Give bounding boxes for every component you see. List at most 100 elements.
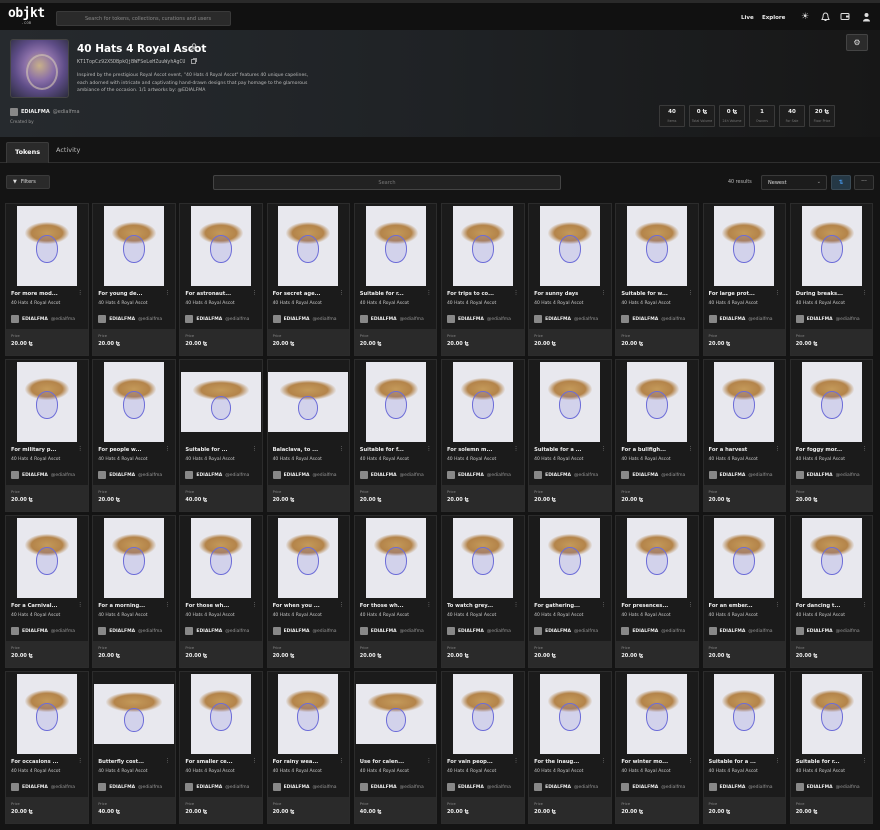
token-image[interactable] (6, 360, 88, 444)
token-title[interactable]: For foggy mor... (796, 447, 858, 453)
token-image[interactable] (6, 204, 88, 288)
token-more-icon[interactable]: ⋮ (601, 446, 606, 452)
token-more-icon[interactable]: ⋮ (601, 758, 606, 764)
wallet-icon[interactable] (840, 12, 850, 22)
filters-button[interactable]: ▼ Filters (6, 175, 50, 189)
token-card[interactable]: For rainy wea... ⋮ 40 Hats 4 Royal Ascot ED… (266, 671, 351, 824)
token-more-icon[interactable]: ⋮ (78, 446, 83, 452)
token-image[interactable] (180, 516, 263, 600)
token-artist[interactable]: EDIALFMA @edialfma (98, 315, 162, 323)
token-card[interactable]: Suitable for a ... ⋮ 40 Hats 4 Royal Ascot… (702, 671, 787, 824)
token-collection[interactable]: 40 Hats 4 Royal Ascot (534, 301, 583, 306)
token-image[interactable] (6, 516, 88, 600)
token-collection[interactable]: 40 Hats 4 Royal Ascot (534, 457, 583, 462)
token-collection[interactable]: 40 Hats 4 Royal Ascot (621, 457, 670, 462)
tab-tokens[interactable]: Tokens (6, 142, 50, 163)
token-image[interactable] (93, 204, 175, 288)
sort-direction-button[interactable]: ⇅ (831, 175, 851, 190)
token-title[interactable]: Suitable for ... (185, 447, 247, 453)
token-card[interactable]: For secret age... ⋮ 40 Hats 4 Royal Ascot E… (266, 203, 351, 356)
token-card[interactable]: For vain peop... ⋮ 40 Hats 4 Royal Ascot ED… (440, 671, 525, 824)
token-artist[interactable]: EDIALFMA @edialfma (708, 783, 772, 791)
token-artist[interactable]: EDIALFMA @edialfma (359, 783, 424, 791)
token-artist[interactable]: EDIALFMA @edialfma (359, 315, 424, 323)
token-card[interactable]: For astronaut... ⋮ 40 Hats 4 Royal Ascot ED… (179, 203, 264, 356)
token-more-icon[interactable]: ⋮ (514, 290, 519, 296)
token-collection[interactable]: 40 Hats 4 Royal Ascot (273, 301, 322, 306)
token-card[interactable]: Suitable for r... ⋮ 40 Hats 4 Royal Ascot E… (353, 203, 438, 356)
token-image[interactable] (616, 672, 698, 756)
token-artist[interactable]: EDIALFMA @edialfma (359, 471, 424, 479)
token-artist[interactable]: EDIALFMA @edialfma (272, 627, 337, 635)
token-more-icon[interactable]: ⋮ (165, 758, 170, 764)
tab-activity[interactable]: Activity (48, 142, 88, 158)
token-image[interactable] (703, 204, 786, 288)
token-image[interactable] (93, 360, 175, 444)
token-collection[interactable]: 40 Hats 4 Royal Ascot (11, 613, 60, 618)
token-card[interactable]: For those wh... ⋮ 40 Hats 4 Royal Ascot EDI… (179, 515, 264, 668)
token-artist[interactable]: EDIALFMA @edialfma (621, 627, 685, 635)
token-more-icon[interactable]: ⋮ (426, 602, 431, 608)
token-collection[interactable]: 40 Hats 4 Royal Ascot (98, 457, 147, 462)
creator-link[interactable]: EDIALFMA @edialfma (10, 108, 80, 116)
token-card[interactable]: For when you ... ⋮ 40 Hats 4 Royal Ascot ED… (266, 515, 351, 668)
token-more-icon[interactable]: ⋮ (165, 446, 170, 452)
token-card[interactable]: To watch grey... ⋮ 40 Hats 4 Royal Ascot ED… (440, 515, 525, 668)
token-more-icon[interactable]: ⋮ (514, 446, 519, 452)
token-title[interactable]: For astronaut... (185, 291, 247, 297)
token-card[interactable]: For a bullfigh... ⋮ 40 Hats 4 Royal Ascot E… (615, 359, 699, 512)
token-image[interactable] (790, 672, 873, 756)
token-card[interactable]: For sunny days ⋮ 40 Hats 4 Royal Ascot EDIA… (528, 203, 612, 356)
token-image[interactable] (529, 204, 611, 288)
token-card[interactable]: For presences... ⋮ 40 Hats 4 Royal Ascot ED… (615, 515, 699, 668)
token-more-icon[interactable]: ⋮ (339, 602, 344, 608)
token-title[interactable]: For trips to co... (447, 291, 509, 297)
token-artist[interactable]: EDIALFMA @edialfma (446, 783, 511, 791)
token-image[interactable] (703, 360, 786, 444)
token-image[interactable] (180, 204, 263, 288)
token-image[interactable] (703, 516, 786, 600)
token-more-icon[interactable]: ⋮ (688, 602, 693, 608)
token-collection[interactable]: 40 Hats 4 Royal Ascot (709, 769, 758, 774)
token-more-icon[interactable]: ⋮ (775, 446, 780, 452)
token-artist[interactable]: EDIALFMA @edialfma (98, 471, 162, 479)
token-artist[interactable]: EDIALFMA @edialfma (708, 471, 772, 479)
token-card[interactable]: Suitable for f... ⋮ 40 Hats 4 Royal Ascot E… (353, 359, 438, 512)
token-image[interactable] (529, 360, 611, 444)
token-card[interactable]: For a Carnival... ⋮ 40 Hats 4 Royal Ascot E… (5, 515, 89, 668)
token-image[interactable] (616, 204, 698, 288)
token-artist[interactable]: EDIALFMA @edialfma (795, 471, 860, 479)
token-card[interactable]: Use for calen... ⋮ 40 Hats 4 Royal Ascot ED… (353, 671, 438, 824)
token-artist[interactable]: EDIALFMA @edialfma (621, 315, 685, 323)
token-card[interactable]: For solemn m... ⋮ 40 Hats 4 Royal Ascot EDI… (440, 359, 525, 512)
token-title[interactable]: For occasions ... (11, 759, 73, 765)
token-card[interactable]: Suitable for w... ⋮ 40 Hats 4 Royal Ascot E… (615, 203, 699, 356)
token-more-icon[interactable]: ⋮ (78, 758, 83, 764)
token-collection[interactable]: 40 Hats 4 Royal Ascot (447, 613, 496, 618)
token-collection[interactable]: 40 Hats 4 Royal Ascot (185, 301, 234, 306)
token-collection[interactable]: 40 Hats 4 Royal Ascot (709, 457, 758, 462)
token-artist[interactable]: EDIALFMA @edialfma (446, 627, 511, 635)
token-collection[interactable]: 40 Hats 4 Royal Ascot (273, 613, 322, 618)
token-more-icon[interactable]: ⋮ (426, 758, 431, 764)
token-artist[interactable]: EDIALFMA @edialfma (708, 315, 772, 323)
token-collection[interactable]: 40 Hats 4 Royal Ascot (621, 769, 670, 774)
token-collection[interactable]: 40 Hats 4 Royal Ascot (621, 301, 670, 306)
objkt-logo[interactable]: objkt .com (8, 7, 45, 25)
token-image[interactable] (441, 360, 524, 444)
token-title[interactable]: For more mod... (11, 291, 73, 297)
token-card[interactable]: For gathering... ⋮ 40 Hats 4 Royal Ascot ED… (528, 515, 612, 668)
token-artist[interactable]: EDIALFMA @edialfma (621, 471, 685, 479)
notifications-bell-icon[interactable] (820, 12, 830, 22)
token-image[interactable] (267, 204, 350, 288)
token-artist[interactable]: EDIALFMA @edialfma (272, 471, 337, 479)
token-more-icon[interactable]: ⋮ (862, 602, 867, 608)
token-title[interactable]: Suitable for r... (360, 291, 422, 297)
token-artist[interactable]: EDIALFMA @edialfma (446, 315, 511, 323)
token-artist[interactable]: EDIALFMA @edialfma (795, 783, 860, 791)
token-artist[interactable]: EDIALFMA @edialfma (795, 315, 860, 323)
token-image[interactable] (354, 204, 437, 288)
token-card[interactable]: For a harvest ⋮ 40 Hats 4 Royal Ascot EDIAL… (702, 359, 787, 512)
token-card[interactable]: For young de... ⋮ 40 Hats 4 Royal Ascot EDI… (92, 203, 176, 356)
token-more-icon[interactable]: ⋮ (862, 758, 867, 764)
